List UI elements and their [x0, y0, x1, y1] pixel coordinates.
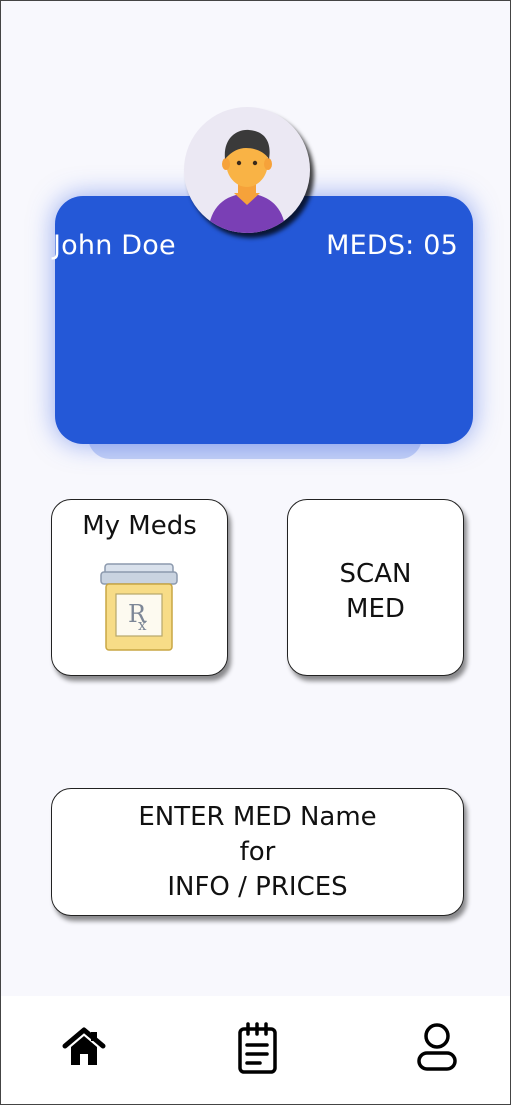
enter-med-line3: INFO / PRICES: [167, 872, 348, 902]
user-icon[interactable]: [415, 1022, 459, 1074]
enter-med-name-button[interactable]: ENTER MED Name for INFO / PRICES: [51, 788, 464, 916]
enter-med-line2: for: [239, 837, 276, 867]
svg-text:x: x: [138, 616, 147, 634]
scan-med-line1: SCAN: [339, 559, 412, 589]
person-avatar-icon: [208, 129, 286, 233]
scan-med-line2: MED: [346, 594, 405, 624]
scan-med-label: SCAN MED: [288, 557, 463, 627]
meds-count: MEDS: 05: [326, 230, 458, 261]
user-name: John Doe: [53, 230, 176, 261]
bottom-nav: [1, 996, 510, 1104]
avatar[interactable]: [184, 107, 310, 233]
enter-med-line1: ENTER MED Name: [138, 802, 377, 832]
my-meds-label: My Meds: [82, 511, 197, 541]
my-meds-button[interactable]: My Meds R x: [51, 499, 228, 676]
enter-med-label: ENTER MED Name for INFO / PRICES: [52, 800, 463, 905]
notepad-icon[interactable]: [236, 1021, 280, 1075]
home-icon[interactable]: [62, 1026, 106, 1068]
pill-bottle-icon: R x: [100, 563, 178, 651]
scan-med-button[interactable]: SCAN MED: [287, 499, 464, 676]
